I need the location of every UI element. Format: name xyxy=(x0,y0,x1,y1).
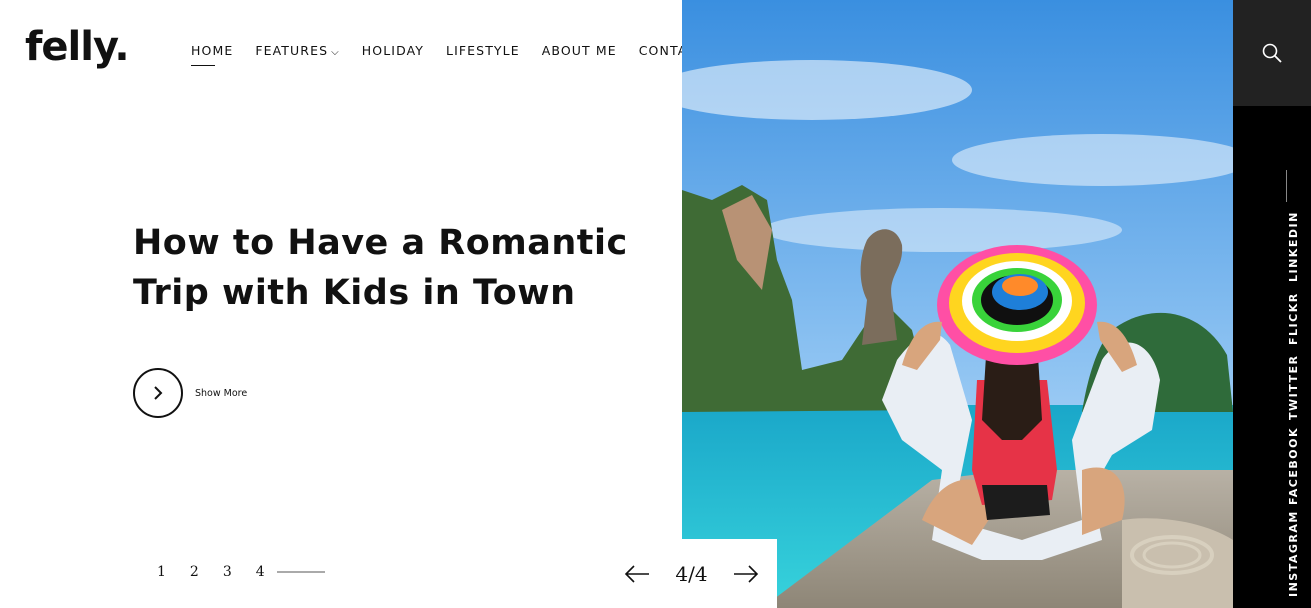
hero-title-line1: How to Have a Romantic xyxy=(133,223,628,263)
social-link-twitter[interactable]: TWITTER xyxy=(1287,355,1300,420)
slide-counter: 4/4 xyxy=(675,561,708,586)
show-more-button[interactable]: Show More xyxy=(133,368,247,418)
nav-features[interactable]: FEATURES ⌵ xyxy=(255,43,339,58)
social-link-instagram[interactable]: INSTAGRAM xyxy=(1287,510,1300,597)
arrow-left-icon xyxy=(624,564,649,583)
show-more-label: Show More xyxy=(195,387,248,399)
social-link-facebook[interactable]: FACEBOOK xyxy=(1287,427,1300,505)
nav-lifestyle-label: LIFESTYLE xyxy=(446,43,520,58)
nav-holiday-label: HOLIDAY xyxy=(361,43,425,58)
chevron-right-icon xyxy=(154,386,163,400)
site-logo[interactable]: felly. xyxy=(25,24,130,70)
sidebar-divider xyxy=(1286,170,1287,202)
slide-pager: 1 2 3 4 xyxy=(157,564,325,580)
next-slide-button[interactable] xyxy=(733,564,759,584)
pager-item-1[interactable]: 1 xyxy=(157,564,166,580)
hero-title[interactable]: How to Have a Romantic Trip with Kids in… xyxy=(133,218,653,318)
search-icon xyxy=(1262,43,1282,63)
nav-holiday[interactable]: HOLIDAY xyxy=(362,43,424,58)
hero-title-line2: Trip with Kids in Town xyxy=(133,273,576,313)
main-nav: HOME FEATURES ⌵ HOLIDAY LIFESTYLE ABOUT M… xyxy=(191,43,728,66)
pager-item-2[interactable]: 2 xyxy=(190,564,199,580)
nav-lifestyle[interactable]: LIFESTYLE xyxy=(446,43,520,58)
pager-item-3[interactable]: 3 xyxy=(223,564,232,580)
nav-about-me[interactable]: ABOUT ME xyxy=(542,43,617,58)
nav-features-label: FEATURES xyxy=(255,43,329,58)
chevron-down-icon: ⌵ xyxy=(331,47,340,58)
arrow-right-icon xyxy=(734,564,759,583)
travel-photo xyxy=(682,0,1233,608)
pager-item-4[interactable]: 4 xyxy=(256,564,265,580)
prev-slide-button[interactable] xyxy=(624,564,650,584)
slider-controls: 4/4 xyxy=(606,539,777,608)
search-button[interactable] xyxy=(1233,0,1311,106)
social-link-flickr[interactable]: FLICKR xyxy=(1287,292,1300,345)
nav-home-label: HOME xyxy=(191,43,234,58)
social-link-linkedin[interactable]: LINKEDIN xyxy=(1287,211,1300,282)
pager-progress-line xyxy=(276,571,325,573)
nav-about-label: ABOUT ME xyxy=(541,43,617,58)
hero-image xyxy=(682,0,1233,608)
show-more-circle[interactable] xyxy=(133,368,183,418)
nav-home[interactable]: HOME xyxy=(191,43,234,66)
